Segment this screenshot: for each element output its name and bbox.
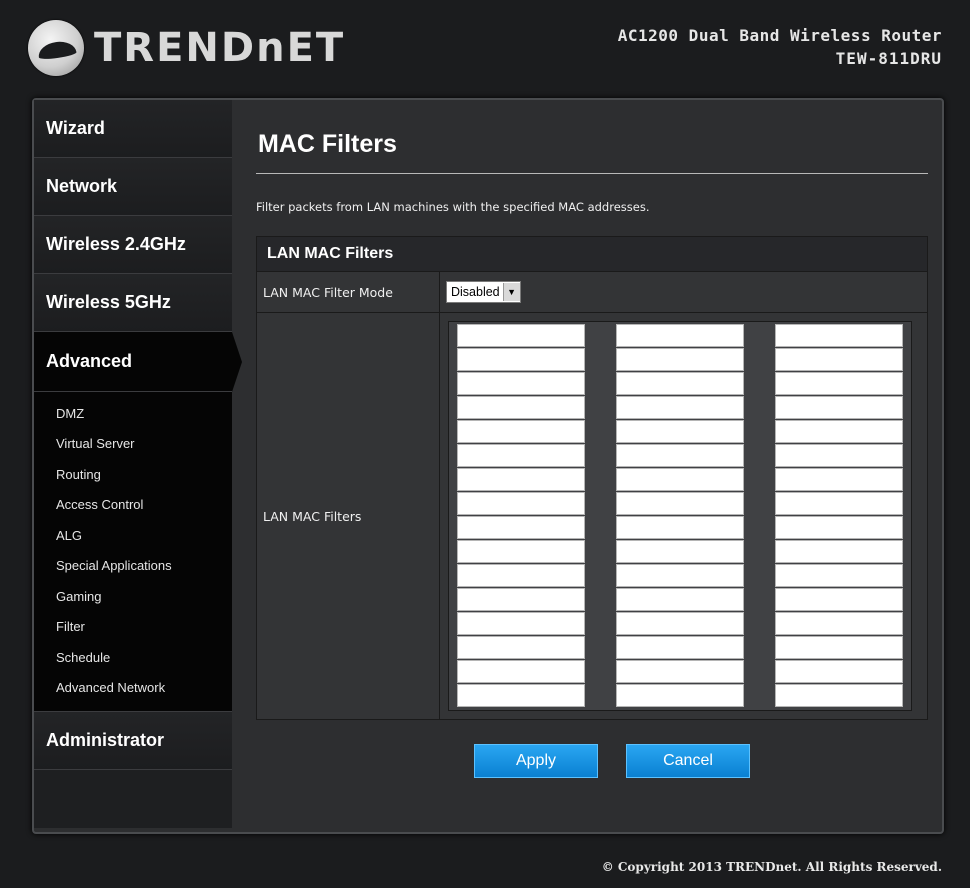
mac-address-input[interactable]	[616, 420, 744, 443]
mac-address-input[interactable]	[775, 444, 903, 467]
filter-mode-label: LAN MAC Filter Mode	[257, 272, 440, 312]
filter-mode-value: Disabled	[451, 285, 500, 299]
trendnet-logo: TRENDnET	[28, 18, 345, 78]
mac-column	[775, 324, 903, 708]
page-title: MAC Filters	[258, 130, 397, 158]
mac-address-input[interactable]	[616, 516, 744, 539]
mac-address-input[interactable]	[616, 372, 744, 395]
subnav-alg[interactable]: ALG	[34, 520, 232, 551]
filter-mode-select[interactable]: Disabled ▼	[446, 281, 521, 303]
title-divider	[256, 173, 928, 174]
sidebar-item-administrator[interactable]: Administrator	[34, 712, 232, 770]
sidebar-item-advanced[interactable]: Advanced	[34, 332, 242, 392]
mac-address-input[interactable]	[457, 516, 585, 539]
mac-address-input[interactable]	[616, 636, 744, 659]
mac-address-input[interactable]	[457, 396, 585, 419]
mac-address-input[interactable]	[775, 420, 903, 443]
subnav-gaming[interactable]: Gaming	[34, 581, 232, 612]
mac-address-input[interactable]	[775, 468, 903, 491]
sidebar-item-wizard[interactable]: Wizard	[34, 100, 232, 158]
subnav-routing[interactable]: Routing	[34, 459, 232, 490]
subnav-virtual-server[interactable]: Virtual Server	[34, 429, 232, 460]
product-name: AC1200 Dual Band Wireless Router	[617, 26, 942, 45]
panel-title: LAN MAC Filters	[257, 237, 927, 272]
mac-address-input[interactable]	[457, 612, 585, 635]
mac-address-input[interactable]	[775, 492, 903, 515]
mac-address-input[interactable]	[775, 588, 903, 611]
subnav-advanced-network[interactable]: Advanced Network	[34, 673, 232, 704]
sidebar-item-wireless-5ghz[interactable]: Wireless 5GHz	[34, 274, 232, 332]
mac-address-input[interactable]	[457, 588, 585, 611]
cancel-button[interactable]: Cancel	[626, 744, 750, 778]
subnav-filter[interactable]: Filter	[34, 612, 232, 643]
lan-mac-filters-panel: LAN MAC Filters LAN MAC Filter Mode Disa…	[256, 236, 928, 720]
subnav-schedule[interactable]: Schedule	[34, 642, 232, 673]
mac-address-input[interactable]	[775, 684, 903, 707]
mac-address-input[interactable]	[457, 660, 585, 683]
mac-address-input[interactable]	[457, 324, 585, 347]
mac-address-input[interactable]	[616, 324, 744, 347]
filter-mode-row: LAN MAC Filter Mode Disabled ▼	[257, 272, 927, 313]
trendnet-logo-icon	[28, 20, 84, 76]
main-frame: Wizard Network Wireless 2.4GHz Wireless …	[32, 98, 944, 834]
mac-address-input[interactable]	[775, 324, 903, 347]
mac-address-input[interactable]	[616, 564, 744, 587]
mac-column	[457, 324, 585, 708]
mac-address-input[interactable]	[457, 420, 585, 443]
mac-address-input[interactable]	[457, 468, 585, 491]
product-info: AC1200 Dual Band Wireless Router TEW-811…	[618, 26, 942, 68]
logo-text: TRENDnET	[94, 25, 346, 71]
mac-address-input[interactable]	[457, 348, 585, 371]
chevron-down-icon[interactable]: ▼	[502, 283, 520, 301]
mac-address-input[interactable]	[775, 372, 903, 395]
mac-address-input[interactable]	[457, 492, 585, 515]
mac-address-input[interactable]	[775, 540, 903, 563]
mac-address-input[interactable]	[775, 636, 903, 659]
mac-address-input[interactable]	[616, 348, 744, 371]
subnav-access-control[interactable]: Access Control	[34, 490, 232, 521]
mac-address-input[interactable]	[616, 492, 744, 515]
mac-column	[616, 324, 744, 708]
mac-filters-label: LAN MAC Filters	[257, 313, 440, 719]
action-buttons: Apply Cancel	[256, 744, 928, 778]
subnav-special-applications[interactable]: Special Applications	[34, 551, 232, 582]
mac-address-input[interactable]	[775, 612, 903, 635]
sidebar-item-network[interactable]: Network	[34, 158, 232, 216]
apply-button[interactable]: Apply	[474, 744, 598, 778]
mac-address-input[interactable]	[457, 444, 585, 467]
mac-address-input[interactable]	[775, 516, 903, 539]
mac-address-input[interactable]	[616, 588, 744, 611]
mac-address-input[interactable]	[775, 348, 903, 371]
mac-address-input[interactable]	[457, 540, 585, 563]
mac-address-input[interactable]	[616, 612, 744, 635]
content-area: MAC Filters Filter packets from LAN mach…	[256, 100, 928, 778]
mac-address-input[interactable]	[616, 684, 744, 707]
product-model: TEW-811DRU	[835, 49, 942, 68]
mac-address-input[interactable]	[457, 372, 585, 395]
mac-address-input[interactable]	[616, 396, 744, 419]
mac-address-grid	[448, 321, 912, 711]
advanced-submenu: DMZ Virtual Server Routing Access Contro…	[34, 392, 232, 712]
mac-address-input[interactable]	[616, 540, 744, 563]
mac-address-input[interactable]	[457, 684, 585, 707]
mac-address-input[interactable]	[775, 564, 903, 587]
mac-address-input[interactable]	[616, 660, 744, 683]
sidebar-item-wireless-24ghz[interactable]: Wireless 2.4GHz	[34, 216, 232, 274]
copyright-footer: © Copyright 2013 TRENDnet. All Rights Re…	[601, 860, 942, 874]
mac-filters-row: LAN MAC Filters	[257, 313, 927, 719]
mac-address-input[interactable]	[775, 396, 903, 419]
mac-address-input[interactable]	[775, 660, 903, 683]
mac-address-input[interactable]	[616, 468, 744, 491]
mac-address-input[interactable]	[616, 444, 744, 467]
sidebar: Wizard Network Wireless 2.4GHz Wireless …	[34, 100, 242, 828]
mac-address-input[interactable]	[457, 636, 585, 659]
subnav-dmz[interactable]: DMZ	[34, 398, 232, 429]
mac-address-input[interactable]	[457, 564, 585, 587]
page-description: Filter packets from LAN machines with th…	[256, 200, 650, 214]
